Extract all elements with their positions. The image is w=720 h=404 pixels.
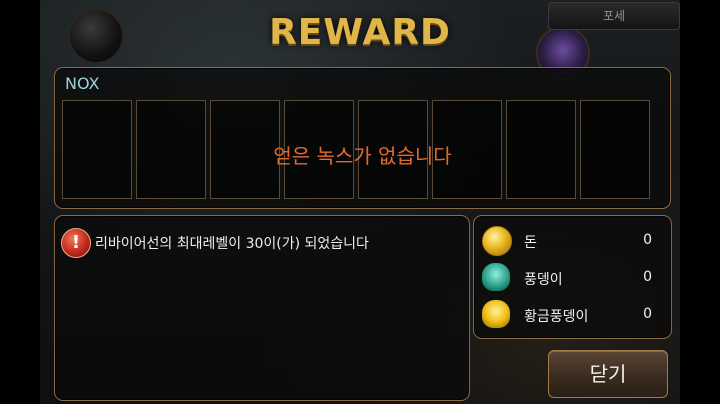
reward-row-golden-beetle: 황금풍뎅이 0 <box>482 300 662 330</box>
reward-label: 돈 <box>524 235 537 251</box>
reward-value: 0 <box>643 232 652 248</box>
reward-label: 황금풍뎅이 <box>524 309 589 325</box>
reward-label: 풍뎅이 <box>524 272 563 288</box>
reward-row-beetle: 풍뎅이 0 <box>482 263 662 293</box>
reward-value: 0 <box>643 269 652 285</box>
reward-row-money: 돈 0 <box>482 226 662 256</box>
warning-icon: ! <box>61 228 91 258</box>
reward-value: 0 <box>643 306 652 322</box>
nox-label: NOX <box>65 74 100 93</box>
nox-empty-message: 얻은 녹스가 없습니다 <box>273 144 452 168</box>
system-message-panel: ! 리바이어선의 최대레벨이 30이(가) 되었습니다 <box>54 215 470 401</box>
reward-title: REWARD <box>269 12 451 53</box>
system-message-text: 리바이어선의 최대레벨이 30이(가) 되었습니다 <box>95 236 369 252</box>
reward-summary-panel: 돈 0 풍뎅이 0 황금풍뎅이 0 <box>473 215 672 339</box>
close-button[interactable]: 닫기 <box>548 350 668 398</box>
golden-beetle-icon <box>482 300 510 328</box>
green-beetle-icon <box>482 263 510 291</box>
nox-panel: NOX 얻은 녹스가 없습니다 <box>54 67 671 209</box>
gold-coin-icon <box>482 226 512 256</box>
